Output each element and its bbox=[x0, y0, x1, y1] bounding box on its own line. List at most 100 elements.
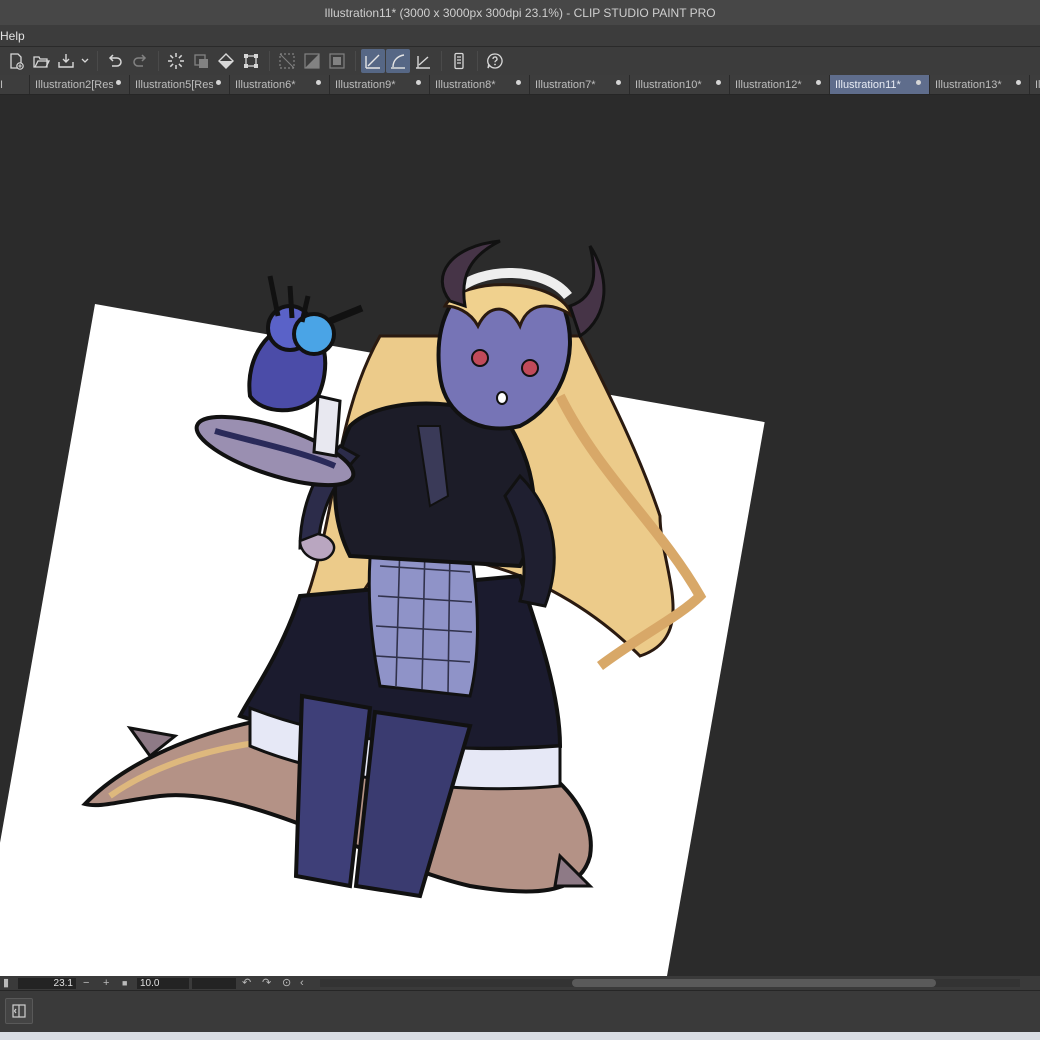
tab-close-icon[interactable] bbox=[516, 80, 521, 85]
save-dropdown-button[interactable] bbox=[79, 49, 91, 73]
snap-to-ruler-button[interactable] bbox=[361, 49, 385, 73]
open-button[interactable] bbox=[29, 49, 53, 73]
tab-close-icon[interactable] bbox=[416, 80, 421, 85]
tab-label: Illustration9* bbox=[335, 79, 396, 91]
snap-to-special-ruler-button[interactable] bbox=[386, 49, 410, 73]
tab-label: I bbox=[0, 79, 4, 91]
tab-illustration[interactable]: Illustration12* bbox=[730, 75, 830, 94]
tab-illustration[interactable]: Illustration11* bbox=[830, 75, 930, 94]
canvas-area[interactable] bbox=[0, 96, 1040, 976]
transform-button[interactable] bbox=[239, 49, 263, 73]
toolbar-separator bbox=[158, 51, 159, 71]
scrollbar-thumb[interactable] bbox=[572, 979, 936, 987]
snap-to-grid-button[interactable] bbox=[411, 49, 435, 73]
clear-icon bbox=[194, 54, 208, 68]
tab-close-icon[interactable] bbox=[1016, 80, 1021, 85]
tab-illustration[interactable]: Illustration9* bbox=[330, 75, 430, 94]
select-all-button[interactable] bbox=[275, 49, 299, 73]
grid-snap-icon bbox=[416, 56, 430, 69]
tab-close-icon[interactable] bbox=[216, 80, 221, 85]
smartphone-button[interactable] bbox=[447, 49, 471, 73]
toolbar-separator bbox=[97, 51, 98, 71]
new-file-icon bbox=[10, 53, 24, 70]
help-icon bbox=[487, 53, 503, 69]
window-title: Illustration11* (3000 x 3000px 300dpi 23… bbox=[324, 5, 716, 20]
tab-label: Illustration13* bbox=[935, 79, 1002, 91]
ruler-snap-icon bbox=[365, 54, 380, 69]
rotate-left-icon[interactable]: ↶ bbox=[242, 977, 251, 989]
tab-illustration[interactable]: Illustration8* bbox=[430, 75, 530, 94]
rotation-angle-field[interactable]: 10.0 bbox=[137, 978, 189, 989]
help-button[interactable] bbox=[483, 49, 507, 73]
tab-label: Illustration2[Rest bbox=[35, 79, 113, 91]
redo-button[interactable] bbox=[128, 49, 152, 73]
menu-help[interactable]: Help bbox=[0, 29, 25, 43]
menu-bar: Help bbox=[0, 25, 1040, 47]
bottom-panel bbox=[0, 990, 1040, 1032]
zoom-field[interactable]: 23.1 bbox=[18, 978, 76, 989]
tab-close-icon[interactable] bbox=[716, 80, 721, 85]
tab-close-icon[interactable] bbox=[616, 80, 621, 85]
smartphone-icon bbox=[454, 52, 464, 70]
clear-button[interactable] bbox=[189, 49, 213, 73]
open-folder-icon bbox=[33, 56, 50, 68]
app-window: Illustration11* (3000 x 3000px 300dpi 23… bbox=[0, 0, 1040, 1040]
rotation-slider[interactable] bbox=[192, 978, 236, 989]
tab-close-icon[interactable] bbox=[116, 80, 121, 85]
undo-button[interactable] bbox=[103, 49, 127, 73]
new-file-button[interactable] bbox=[4, 49, 28, 73]
tab-illustration[interactable]: I bbox=[0, 75, 30, 94]
reset-rotation-icon[interactable]: ⊙ bbox=[282, 977, 291, 989]
command-bar bbox=[0, 47, 1040, 75]
save-icon bbox=[58, 54, 74, 68]
tab-label: Illustration8* bbox=[435, 79, 496, 91]
panel-layout-icon bbox=[12, 1004, 26, 1018]
tab-illustration[interactable]: Illustration10* bbox=[630, 75, 730, 94]
document-tab-bar: I Illustration2[Rest Illustration5[Rest Ill… bbox=[0, 75, 1040, 95]
special-ruler-snap-icon bbox=[391, 54, 405, 69]
select-all-icon bbox=[279, 53, 295, 69]
panel-toggle-button[interactable] bbox=[5, 998, 33, 1024]
tab-label: Illustration12* bbox=[735, 79, 802, 91]
rotate-right-icon[interactable]: ↷ bbox=[262, 977, 271, 989]
title-bar: Illustration11* (3000 x 3000px 300dpi 23… bbox=[0, 0, 1040, 25]
toolbar-separator bbox=[269, 51, 270, 71]
navigator-bar: ▮ 23.1 − + ■ 10.0 ↶ ↷ ⊙ ‹ bbox=[0, 976, 1040, 990]
menu-bar-icon[interactable]: ▮ bbox=[3, 977, 9, 989]
chevron-down-icon bbox=[81, 58, 89, 63]
horizontal-scrollbar[interactable] bbox=[320, 979, 1020, 987]
flip-horizontal-icon[interactable]: ‹ bbox=[300, 977, 304, 989]
deselect-icon bbox=[304, 53, 320, 69]
loading-button[interactable] bbox=[164, 49, 188, 73]
loading-icon bbox=[168, 53, 184, 69]
fill-button[interactable] bbox=[214, 49, 238, 73]
toolbar-separator bbox=[477, 51, 478, 71]
tab-close-icon[interactable] bbox=[316, 80, 321, 85]
tab-label: Il bbox=[1035, 79, 1040, 91]
fit-screen-icon[interactable]: ■ bbox=[122, 977, 127, 989]
invert-selection-button[interactable] bbox=[325, 49, 349, 73]
tab-illustration[interactable]: Illustration5[Rest bbox=[130, 75, 230, 94]
toolbar-separator bbox=[355, 51, 356, 71]
tab-close-icon[interactable] bbox=[816, 80, 821, 85]
transform-icon bbox=[244, 54, 258, 68]
os-taskbar bbox=[0, 1032, 1040, 1040]
fill-icon bbox=[218, 53, 234, 69]
zoom-out-icon[interactable]: − bbox=[83, 977, 89, 989]
deselect-button[interactable] bbox=[300, 49, 324, 73]
tab-illustration[interactable]: Illustration2[Rest bbox=[30, 75, 130, 94]
tab-illustration[interactable]: Illustration6* bbox=[230, 75, 330, 94]
tab-illustration[interactable]: Il bbox=[1030, 75, 1040, 94]
tab-illustration[interactable]: Illustration13* bbox=[930, 75, 1030, 94]
tab-close-icon[interactable] bbox=[916, 80, 921, 85]
zoom-in-icon[interactable]: + bbox=[103, 977, 109, 989]
tab-label: Illustration5[Rest bbox=[135, 79, 213, 91]
redo-icon bbox=[133, 54, 147, 67]
tab-label: Illustration7* bbox=[535, 79, 596, 91]
save-button[interactable] bbox=[54, 49, 78, 73]
toolbar-separator bbox=[441, 51, 442, 71]
tab-label: Illustration10* bbox=[635, 79, 702, 91]
illustration-artwork bbox=[81, 239, 707, 899]
undo-icon bbox=[108, 54, 122, 67]
tab-illustration[interactable]: Illustration7* bbox=[530, 75, 630, 94]
